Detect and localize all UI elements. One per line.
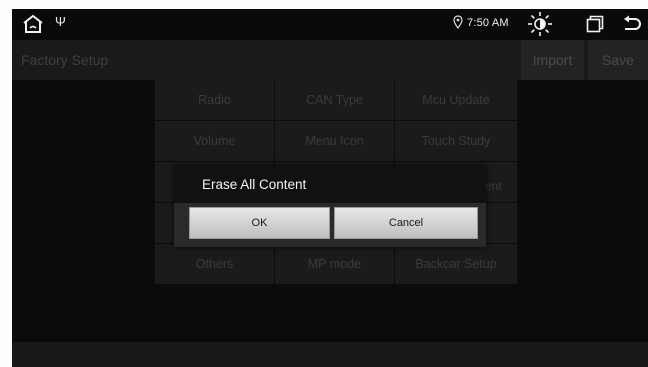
grid-item-volume[interactable]: Volume <box>155 121 274 161</box>
ok-button[interactable]: OK <box>189 207 330 239</box>
dialog-title-bar: Erase All Content <box>174 166 486 203</box>
usb-icon: Ψ <box>55 14 66 29</box>
grid-item-can-type[interactable]: CAN Type <box>275 80 394 120</box>
grid-item-radio[interactable]: Radio <box>155 80 274 120</box>
status-time: 7:50 AM <box>467 17 509 29</box>
brightness-icon[interactable] <box>527 11 553 37</box>
bottom-bar <box>12 342 648 367</box>
grid-item-mp-mode[interactable]: MP mode <box>275 244 394 284</box>
grid-item-menu-icon[interactable]: Menu Icon <box>275 121 394 161</box>
page-title: Factory Setup <box>21 52 109 68</box>
location-icon <box>453 15 463 30</box>
screen: Ψ 7:50 AM Factory Setup Import Save Radi… <box>12 9 648 367</box>
grid-item-touch-study[interactable]: Touch Study <box>395 121 517 161</box>
grid-item-mcu-update[interactable]: Mcu Update <box>395 80 517 120</box>
dialog-buttons: OK Cancel <box>189 207 485 239</box>
back-icon[interactable] <box>622 14 642 34</box>
status-bar: Ψ 7:50 AM <box>12 9 648 40</box>
import-button[interactable]: Import <box>521 40 584 80</box>
title-bar: Factory Setup Import Save <box>12 40 648 80</box>
grid-item-backcar-setup[interactable]: Backcar Setup <box>395 244 517 284</box>
home-icon[interactable] <box>22 14 44 34</box>
grid-item-partial-label: ent <box>485 179 502 193</box>
erase-dialog: Erase All Content OK Cancel <box>174 166 486 247</box>
dialog-title: Erase All Content <box>202 177 307 192</box>
save-button[interactable]: Save <box>588 40 648 80</box>
window-icon[interactable] <box>586 15 604 33</box>
grid-item-others[interactable]: Others <box>155 244 274 284</box>
cancel-button[interactable]: Cancel <box>334 207 478 239</box>
